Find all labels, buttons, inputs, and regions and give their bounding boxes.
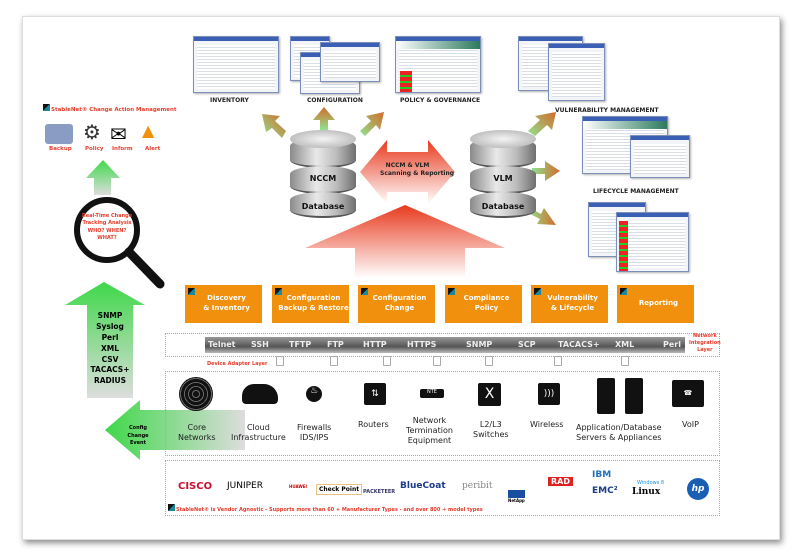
nte-icon: NTE <box>420 389 444 398</box>
windows-logo: Windows 8 <box>637 480 665 486</box>
nccm-label: NCCM <box>309 174 337 183</box>
hp-logo: hp <box>687 478 709 500</box>
change-action-up-arrow <box>86 160 120 195</box>
cisco-logo: CISCO <box>178 481 213 492</box>
module-config-backup: Configuration Backup & Restore <box>272 285 349 323</box>
feed-list: SNMP Syslog Perl XML CSV TACACS+ RADIUS <box>90 311 130 386</box>
arrow-to-lifecycle <box>532 161 560 181</box>
alert-label: Alert <box>145 146 161 152</box>
emc-logo: EMC² <box>592 486 618 496</box>
voip-phone-icon: ☎ <box>672 380 704 407</box>
rad-logo: RAD <box>548 477 573 486</box>
network-integration-label: Network Integration Layer <box>689 333 721 353</box>
backup-label: Backup <box>49 146 72 152</box>
protocol-http: HTTP <box>363 340 387 349</box>
module-compliance: Compliance Policy <box>445 285 522 323</box>
module-reporting: Reporting <box>617 285 694 323</box>
policy-action-label: Policy <box>85 146 104 152</box>
protocol-scp: SCP <box>518 340 536 349</box>
device-routers: Routers <box>358 420 389 429</box>
device-cloud: Cloud Infrastructure <box>231 423 286 442</box>
protocol-perl: Perl <box>663 340 681 349</box>
protocol-ftp: FTP <box>327 340 344 349</box>
device-adapter-label: Device Adapter Layer <box>207 361 268 367</box>
device-switches: L2/L3 Switches <box>473 420 509 439</box>
inform-label: Inform <box>112 146 133 152</box>
vlm-label: VLM <box>493 174 513 183</box>
adapter-plug-icon <box>621 356 629 366</box>
huawei-logo: HUAWEI <box>289 484 308 489</box>
protocol-bar <box>205 337 685 353</box>
adapter-plug-icon <box>433 356 441 366</box>
protocol-tacacsplus: TACACS+ <box>558 340 600 349</box>
link-label: NCCM & VLM Scanning & Reporting <box>380 162 455 178</box>
peribit-logo: peribit <box>462 481 493 491</box>
config-event-label: Config Change Event <box>127 425 149 446</box>
router-icon: ⇅ <box>364 383 386 405</box>
server-icon <box>597 378 615 414</box>
adapter-plug-icon <box>276 356 284 366</box>
wireless-icon: ))) <box>538 383 560 405</box>
packeteer-logo: PACKETEER <box>363 489 396 495</box>
folder-clock-icon <box>45 124 73 144</box>
arrow-to-inventory <box>262 114 286 138</box>
arrow-to-configuration <box>313 107 335 130</box>
nccm-database: NCCM Database <box>290 130 356 218</box>
gear-icon: ⚙ <box>83 120 101 144</box>
device-core-networks: Core Networks <box>178 423 216 442</box>
adapter-plug-icon <box>485 356 493 366</box>
arrow-to-policy <box>360 112 384 136</box>
device-nte: Network Termination Equipment <box>406 416 453 445</box>
bluecoat-logo: BlueCoat <box>400 481 446 491</box>
protocol-ssh: SSH <box>251 340 269 349</box>
ibm-logo: IBM <box>592 470 612 480</box>
adapter-plug-icon <box>330 356 338 366</box>
module-vulnerability: Vulnerability & Lifecycle <box>531 285 608 323</box>
linux-logo: Linux <box>632 487 661 497</box>
nccm-sub-label: Database <box>301 202 345 211</box>
module-config-change: Configuration Change <box>358 285 435 323</box>
juniper-logo: JUNIPER <box>227 481 263 491</box>
protocol-https: HTTPS <box>407 340 437 349</box>
checkpoint-logo: Check Point <box>316 484 363 495</box>
adapter-plug-icon <box>554 356 562 366</box>
vlm-database: VLM Database <box>470 130 536 218</box>
protocol-snmp: SNMP <box>466 340 493 349</box>
cloud-icon <box>242 384 278 404</box>
stablenet-logo <box>168 504 175 511</box>
envelope-icon: ✉ <box>110 122 127 146</box>
warning-icon: ▲ <box>142 121 155 140</box>
action-mgmt-title: StableNet® Change Action Management <box>51 107 177 113</box>
switch-icon: X <box>478 383 501 406</box>
protocol-xml: XML <box>615 340 635 349</box>
device-voip: VoIP <box>682 420 699 429</box>
netapp-logo: NetApp <box>508 490 525 503</box>
device-firewalls: Firewalls IDS/IPS <box>297 423 332 442</box>
vendor-agnostic-footer: StableNet® is Vendor Agnostic - Supports… <box>176 507 483 513</box>
firewall-icon: ♨ <box>306 386 322 402</box>
server-icon <box>625 378 643 414</box>
device-wireless: Wireless <box>530 420 564 429</box>
device-servers: Application/Database Servers & Appliances <box>576 423 662 442</box>
adapter-plug-icon <box>383 356 391 366</box>
protocol-tftp: TFTP <box>289 340 312 349</box>
protocol-telnet: Telnet <box>208 340 236 349</box>
tracking-text: Real-Time Change Tracking Analysis WHO? WH… <box>81 213 133 241</box>
vlm-sub-label: Database <box>481 202 525 211</box>
stablenet-logo <box>43 104 50 111</box>
module-discovery: Discovery & Inventory <box>185 285 262 323</box>
globe-icon <box>179 377 213 411</box>
